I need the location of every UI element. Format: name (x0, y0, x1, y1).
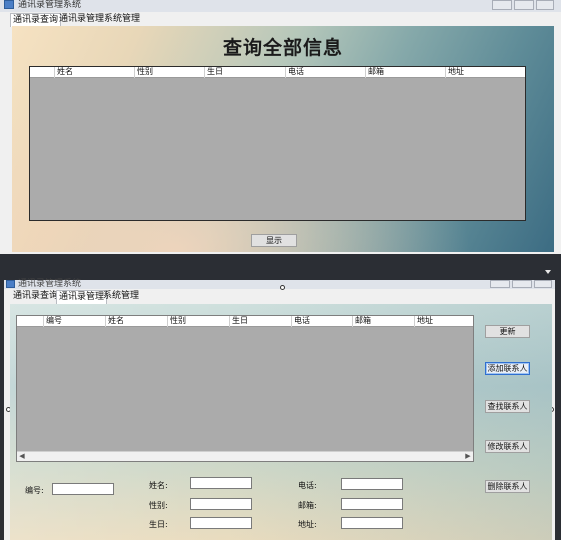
tab-strip: 通讯录查询 通讯录管理 系统管理 (10, 13, 150, 27)
phone-field[interactable] (341, 478, 403, 490)
minimize-button[interactable] (492, 0, 512, 10)
column-header[interactable]: 地址 (414, 316, 473, 327)
column-header[interactable]: 编号 (43, 316, 105, 327)
name-label: 姓名: (149, 481, 168, 490)
maximize-button[interactable] (512, 280, 532, 288)
horizontal-scrollbar[interactable]: ◀ ▶ (17, 451, 473, 461)
row-header-corner (17, 316, 43, 327)
id-field[interactable] (52, 483, 114, 495)
query-window: 通讯录管理系统 通讯录查询 通讯录管理 系统管理 查询全部信息 姓名 性别 生日… (0, 0, 561, 254)
manage-window: 通讯录管理系统 通讯录查询 通讯录管理 系统管理 编号 姓名 性别 生日 电话 … (4, 279, 555, 540)
column-header[interactable]: 邮箱 (365, 67, 445, 78)
search-contact-button[interactable]: 查找联系人 (485, 400, 530, 413)
column-header[interactable]: 生日 (204, 67, 285, 78)
grid-header: 编号 姓名 性别 生日 电话 邮箱 地址 (17, 316, 473, 327)
display-button[interactable]: 显示 (251, 234, 297, 247)
column-header[interactable]: 姓名 (105, 316, 167, 327)
tab-query[interactable]: 通讯录查询 (11, 290, 60, 304)
query-tab-panel: 查询全部信息 姓名 性别 生日 电话 邮箱 地址 显示 (12, 26, 554, 252)
refresh-button[interactable]: 更新 (485, 325, 530, 338)
column-header[interactable]: 生日 (229, 316, 291, 327)
column-header[interactable]: 姓名 (54, 67, 134, 78)
add-contact-button[interactable]: 添加联系人 (485, 362, 530, 375)
phone-label: 电话: (298, 481, 317, 490)
maximize-button[interactable] (514, 0, 534, 10)
tab-query[interactable]: 通讯录查询 (10, 13, 62, 27)
email-field[interactable] (341, 498, 403, 510)
gender-field[interactable] (190, 498, 252, 510)
tab-system[interactable]: 系统管理 (101, 290, 141, 304)
close-button[interactable] (536, 0, 554, 10)
column-header[interactable]: 地址 (445, 67, 526, 78)
scroll-right-icon[interactable]: ▶ (463, 452, 473, 461)
birthday-field[interactable] (190, 517, 252, 529)
page-title: 查询全部信息 (222, 37, 343, 59)
contacts-grid[interactable]: 姓名 性别 生日 电话 邮箱 地址 (29, 66, 526, 221)
window-title: 通讯录管理系统 (18, 0, 82, 10)
minimize-button[interactable] (490, 280, 510, 288)
app-icon (6, 280, 15, 288)
email-label: 邮箱: (298, 501, 317, 510)
grid-header: 姓名 性别 生日 电话 邮箱 地址 (30, 67, 525, 78)
column-header[interactable]: 性别 (134, 67, 204, 78)
column-header[interactable]: 邮箱 (352, 316, 414, 327)
row-header-corner (30, 67, 54, 78)
tab-system[interactable]: 系统管理 (102, 13, 142, 27)
gender-label: 性别: (149, 501, 168, 510)
column-header[interactable]: 电话 (285, 67, 365, 78)
close-button[interactable] (534, 280, 552, 288)
app-icon (4, 0, 14, 9)
tab-manage[interactable]: 通讯录管理 (57, 13, 106, 27)
manage-tab-panel: 编号 姓名 性别 生日 电话 邮箱 地址 ◀ ▶ 更新 添加联系人 查找联系人 … (10, 304, 552, 540)
contacts-grid[interactable]: 编号 姓名 性别 生日 电话 邮箱 地址 ◀ ▶ (16, 315, 474, 462)
name-field[interactable] (190, 477, 252, 489)
scroll-left-icon[interactable]: ◀ (17, 452, 27, 461)
column-header[interactable]: 电话 (291, 316, 352, 327)
tab-manage[interactable]: 通讯录管理 (56, 290, 108, 304)
column-header[interactable]: 性别 (167, 316, 229, 327)
edit-contact-button[interactable]: 修改联系人 (485, 440, 530, 453)
window-title: 通讯录管理系统 (18, 279, 82, 289)
title-bar: 通讯录管理系统 (0, 0, 561, 12)
expand-arrow-icon (545, 270, 551, 274)
tab-strip: 通讯录查询 通讯录管理 系统管理 (11, 290, 151, 304)
designer-canvas: 通讯录管理系统 通讯录查询 通讯录管理 系统管理 查询全部信息 姓名 性别 生日… (0, 0, 561, 540)
address-field[interactable] (341, 517, 403, 529)
address-label: 地址: (298, 520, 317, 529)
birthday-label: 生日: (149, 520, 168, 529)
id-label: 编号: (25, 486, 44, 495)
resize-handle[interactable] (280, 285, 285, 290)
delete-contact-button[interactable]: 删除联系人 (485, 480, 530, 493)
